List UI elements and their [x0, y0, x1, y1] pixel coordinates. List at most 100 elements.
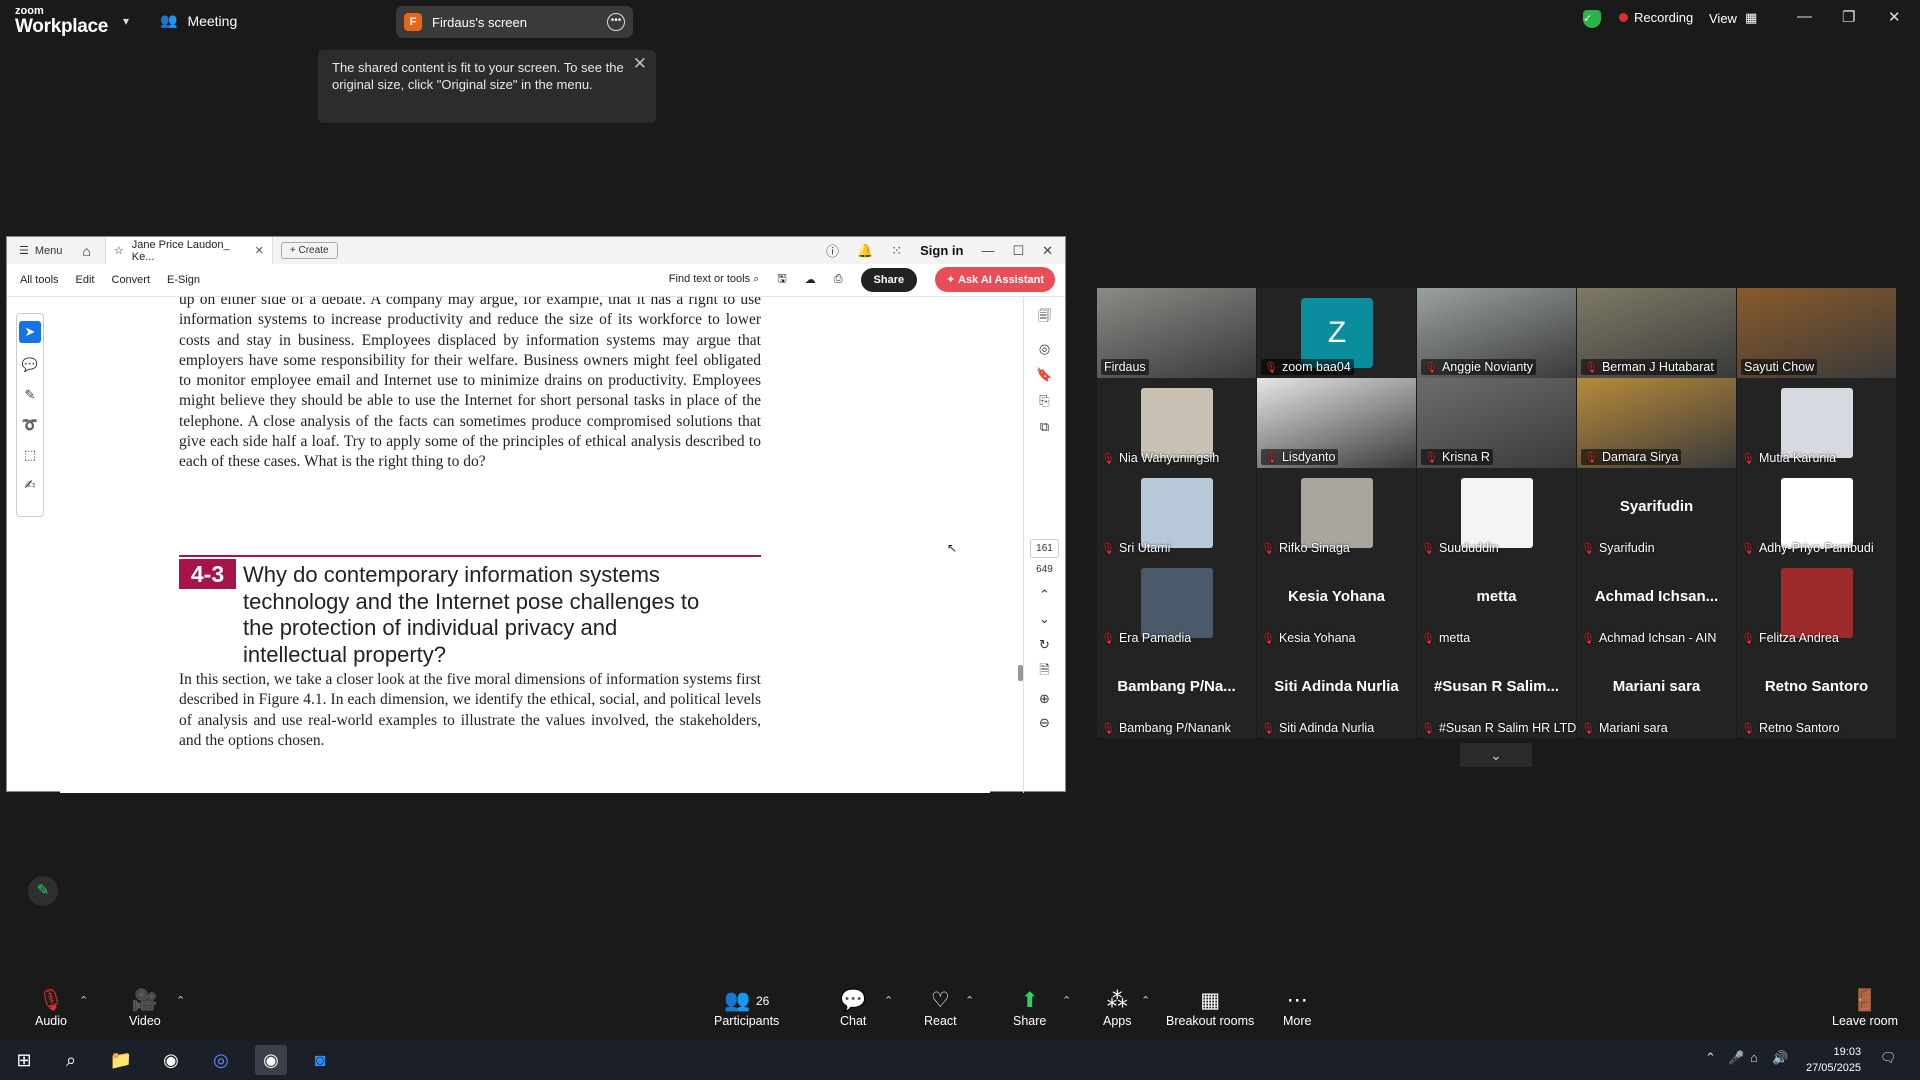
participant-tile[interactable]: 🎙 Krisna R	[1417, 378, 1576, 468]
leave-room-button[interactable]: 🚪 Leave room	[1832, 988, 1898, 1028]
react-button[interactable]: ♡ React	[924, 988, 957, 1028]
draw-tool-icon[interactable]: ➰	[22, 417, 38, 433]
participant-tile[interactable]: #Susan R Salim... 🎙 #Susan R Salim HR LTD	[1417, 648, 1576, 738]
meeting-menu[interactable]: 👥 Meeting	[160, 12, 237, 29]
participant-tile[interactable]: Firdaus	[1097, 288, 1256, 378]
participants-button[interactable]: 👥 26 Participants	[714, 988, 779, 1028]
breakout-rooms-button[interactable]: ▦ Breakout rooms	[1166, 988, 1254, 1028]
participant-tile[interactable]: 🎙 Sri Utami	[1097, 468, 1256, 558]
volume-icon[interactable]: 🔊	[1772, 1050, 1788, 1066]
chat-options-caret-icon[interactable]: ⌃	[884, 994, 893, 1007]
layers-icon[interactable]: ⧉	[1040, 419, 1049, 435]
comment-tool-icon[interactable]: 💬	[22, 357, 38, 373]
participant-tile[interactable]: 🎙 Mutia Karunia	[1737, 378, 1896, 468]
ask-ai-assistant-button[interactable]: ✦ Ask AI Assistant	[935, 267, 1055, 292]
sign-tool-icon[interactable]: ✍	[25, 477, 36, 493]
participant-tile[interactable]: 🎙 Adhy-Priyo-Pambudi	[1737, 468, 1896, 558]
attachments-icon[interactable]: ⎘	[1039, 393, 1049, 409]
home-icon[interactable]: ⌂	[82, 243, 90, 259]
view-button[interactable]: View ▦	[1709, 10, 1757, 26]
participant-tile[interactable]: 🎙 Anggie Novianty	[1417, 288, 1576, 378]
highlight-tool-icon[interactable]: ✎	[25, 387, 36, 403]
participant-tile[interactable]: Achmad Ichsan... 🎙 Achmad Ichsan - AIN	[1577, 558, 1736, 648]
participant-tile[interactable]: 🎙 Berman J Hutabarat	[1577, 288, 1736, 378]
shared-screen-pill[interactable]: F Firdaus's screen •••	[396, 6, 633, 38]
participant-tile[interactable]: metta 🎙 metta	[1417, 558, 1576, 648]
previous-page-icon[interactable]: ⌃	[1039, 587, 1050, 603]
bookmarks-icon[interactable]: 🔖	[1036, 367, 1052, 383]
participant-tile[interactable]: 🎙 Nia Wahyuningsih	[1097, 378, 1256, 468]
video-button[interactable]: 🎥 Video	[129, 988, 161, 1028]
close-window-icon[interactable]: ✕	[1888, 8, 1901, 26]
audio-options-caret-icon[interactable]: ⌃	[79, 994, 88, 1007]
create-button[interactable]: + Create	[280, 242, 338, 259]
apps-options-caret-icon[interactable]: ⌃	[1141, 994, 1150, 1007]
network-icon[interactable]: ⌂	[1750, 1050, 1758, 1065]
gallery-next-page-chevron-icon[interactable]: ⌄	[1460, 743, 1532, 767]
zoom-out-icon[interactable]: ⊖	[1039, 715, 1050, 731]
chat-button[interactable]: 💬 Chat	[840, 988, 866, 1028]
acrobat-close-icon[interactable]: ✕	[1042, 243, 1053, 259]
sign-in-link[interactable]: Sign in	[920, 243, 963, 258]
current-page-number[interactable]: 161	[1030, 539, 1059, 558]
close-tab-icon[interactable]: ✕	[255, 244, 264, 257]
participant-tile[interactable]: Z 🎙 zoom baa04	[1257, 288, 1416, 378]
participant-tile[interactable]: Sayuti Chow	[1737, 288, 1896, 378]
taskbar-clock[interactable]: 19:03 27/05/2025	[1806, 1044, 1861, 1076]
share-screen-button[interactable]: ⬆ Share	[1013, 988, 1046, 1028]
audio-button[interactable]: 🎙 Audio	[35, 988, 67, 1028]
participant-tile[interactable]: Kesia Yohana 🎙 Kesia Yohana	[1257, 558, 1416, 648]
participant-tile[interactable]: 🎙 Damara Sirya	[1577, 378, 1736, 468]
save-icon[interactable]: 🖫	[777, 270, 786, 289]
video-options-caret-icon[interactable]: ⌃	[176, 994, 185, 1007]
edit-menu[interactable]: Edit	[76, 274, 95, 286]
participant-tile[interactable]: 🎙 Rifko Sinaga	[1257, 468, 1416, 558]
participant-tile[interactable]: Retno Santoro 🎙 Retno Santoro	[1737, 648, 1896, 738]
more-options-icon[interactable]: •••	[607, 13, 625, 31]
share-button[interactable]: Share	[860, 267, 918, 292]
all-tools-menu[interactable]: All tools	[20, 274, 59, 286]
zoom-taskbar-icon[interactable]: ◙	[304, 1045, 336, 1075]
document-tab[interactable]: ☆ Jane Price Laudon_ Ke... ✕	[104, 237, 273, 264]
participant-tile[interactable]: Mariani sara 🎙 Mariani sara	[1577, 648, 1736, 738]
star-icon[interactable]: ☆	[114, 244, 124, 257]
page-thumbnails-icon[interactable]: 🗐	[1038, 307, 1051, 329]
esign-menu[interactable]: E-Sign	[167, 274, 200, 286]
participant-tile[interactable]: 🎙 Lisdyanto	[1257, 378, 1416, 468]
find-tools-search[interactable]: Find text or tools ⌕	[669, 273, 760, 286]
comments-panel-icon[interactable]: ◎	[1039, 341, 1050, 357]
convert-menu[interactable]: Convert	[112, 274, 151, 286]
notification-bell-icon[interactable]: 🔔	[857, 243, 873, 259]
minimize-icon[interactable]: —	[1797, 8, 1812, 25]
apps-button[interactable]: ⁂ Apps	[1103, 988, 1132, 1028]
file-explorer-icon[interactable]: 📁	[105, 1045, 137, 1075]
browser-icon[interactable]: ◎	[205, 1045, 237, 1075]
acrobat-minimize-icon[interactable]: —	[981, 243, 994, 258]
search-taskbar-icon[interactable]: ⌕	[55, 1045, 87, 1075]
zoom-in-icon[interactable]: ⊕	[1039, 691, 1050, 707]
apps-grid-icon[interactable]: ⁙	[891, 243, 902, 259]
participant-tile[interactable]: 🎙 Felitza Andrea	[1737, 558, 1896, 648]
upload-cloud-icon[interactable]: ☁	[805, 273, 816, 286]
participant-tile[interactable]: Siti Adinda Nurlia 🎙 Siti Adinda Nurlia	[1257, 648, 1416, 738]
acrobat-maximize-icon[interactable]: ☐	[1012, 243, 1024, 259]
participant-tile[interactable]: Bambang P/Na... 🎙 Bambang P/Nanank	[1097, 648, 1256, 738]
restore-icon[interactable]: ❐	[1842, 8, 1855, 26]
close-notice-icon[interactable]: ✕	[633, 55, 647, 72]
help-icon[interactable]: ⓘ	[826, 241, 839, 260]
recording-indicator[interactable]: Recording	[1619, 10, 1693, 25]
participant-tile[interactable]: Syarifudin 🎙 Syarifudin	[1577, 468, 1736, 558]
menu-button[interactable]: ☰ Menu	[19, 244, 62, 258]
windows-start-icon[interactable]: ⊞	[8, 1045, 40, 1075]
show-hidden-icons-icon[interactable]: ⌃	[1705, 1050, 1716, 1066]
fit-page-icon[interactable]: 🗎	[1039, 661, 1049, 683]
notifications-icon[interactable]: 🗨	[1880, 1050, 1897, 1066]
annotate-pencil-icon[interactable]: ✎	[28, 876, 58, 906]
next-page-icon[interactable]: ⌄	[1039, 611, 1050, 627]
participant-tile[interactable]: 🎙 Suududdin	[1417, 468, 1576, 558]
select-tool-icon[interactable]: ➤	[19, 321, 41, 343]
more-button[interactable]: ⋯ More	[1283, 988, 1311, 1028]
rotate-icon[interactable]: ↻	[1039, 637, 1050, 653]
react-options-caret-icon[interactable]: ⌃	[965, 994, 974, 1007]
tray-microphone-icon[interactable]: 🎤	[1728, 1050, 1744, 1066]
